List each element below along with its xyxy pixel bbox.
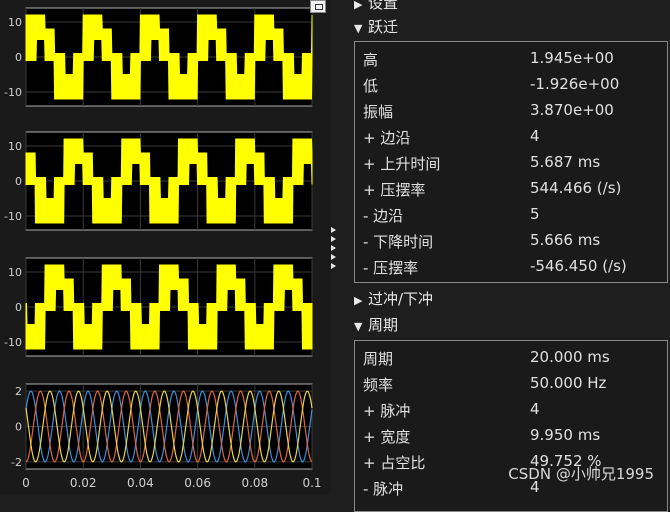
cycles-table: 周期 20.000 ms 频率 50.000 Hz + 脉冲 4 + 宽度 9.950 ms +… (354, 340, 668, 512)
measurement-label: + 宽度 (363, 428, 411, 446)
measurement-label: 频率 (363, 376, 394, 394)
y-tick-label: -2 (11, 456, 22, 469)
scope-plot-area: 10 0 -10 10 0 -10 10 0 -10 2 0 -2 0 0.02 0.04 0.06 0.08 0… (0, 0, 330, 494)
y-tick-label: 0 (15, 421, 22, 434)
measurement-row[interactable]: - 压摆率 -546.450 (/s) (355, 254, 667, 280)
x-tick-label: 0 (22, 476, 30, 490)
x-tick-label: 0.04 (127, 476, 154, 490)
measurement-value: -546.450 (/s) (530, 257, 627, 275)
measurement-value: 50.000 Hz (530, 374, 607, 392)
measurement-row[interactable]: - 边沿 5 (355, 202, 667, 228)
expand-arrow-icon[interactable] (331, 227, 336, 233)
measurement-row[interactable]: 高 1.945e+00 (355, 46, 667, 72)
y-tick-label: -10 (4, 336, 22, 349)
measurement-label: + 占空比 (363, 454, 426, 472)
expand-arrow-icon[interactable] (331, 254, 336, 260)
x-tick-label: 0.1 (302, 476, 321, 490)
measurement-label: - 压摆率 (363, 259, 419, 277)
measurement-row[interactable]: + 压摆率 544.466 (/s) (355, 176, 667, 202)
measurement-label: 高 (363, 51, 379, 69)
measurement-value: 4 (530, 127, 540, 145)
y-tick-label: 2 (15, 385, 22, 398)
y-tick-label: 0 (15, 175, 22, 188)
cycles-section-header[interactable]: ▼ 周期 (354, 314, 398, 336)
expand-arrow-icon[interactable] (331, 245, 336, 251)
measurement-label: + 上升时间 (363, 155, 441, 173)
measurement-value: 544.466 (/s) (530, 179, 622, 197)
y-tick-label: 10 (8, 16, 22, 29)
measurement-row[interactable]: + 边沿 4 (355, 124, 667, 150)
measurement-row[interactable]: + 脉冲 4 (355, 397, 667, 423)
measurement-value: -1.926e+00 (530, 75, 620, 93)
overshoot-section-header[interactable]: ▶ 过冲/下冲 (354, 288, 433, 310)
measurement-row[interactable]: 低 -1.926e+00 (355, 72, 667, 98)
measurement-value: 20.000 ms (530, 348, 610, 366)
measurement-label: - 脉冲 (363, 480, 404, 498)
x-tick-label: 0.08 (241, 476, 268, 490)
measurement-label: 周期 (363, 350, 394, 368)
measurement-row[interactable]: + 宽度 9.950 ms (355, 423, 667, 449)
y-tick-label: -10 (4, 210, 22, 223)
measurement-value: 9.950 ms (530, 426, 601, 444)
measurement-value: 4 (530, 400, 540, 418)
measurements-panel: ▶ 设置 ▼ 跃迁 高 1.945e+00 低 -1.926e+00 振幅 3.870e+00… (350, 0, 670, 512)
measurement-label: + 脉冲 (363, 402, 411, 420)
measurement-label: 振幅 (363, 103, 394, 121)
settings-section-header[interactable]: ▶ 设置 (354, 0, 398, 14)
measurement-value: 5.666 ms (530, 231, 601, 249)
expanded-triangle-icon: ▼ (354, 320, 363, 333)
measurement-value: 5.687 ms (530, 153, 601, 171)
measurement-value: 3.870e+00 (530, 101, 614, 119)
measurement-row[interactable]: 周期 20.000 ms (355, 345, 667, 371)
x-tick-label: 0.06 (184, 476, 211, 490)
measurement-row[interactable]: - 下降时间 5.666 ms (355, 228, 667, 254)
expand-arrow-icon[interactable] (331, 236, 336, 242)
restore-button[interactable] (310, 0, 326, 13)
y-tick-label: 10 (8, 140, 22, 153)
measurement-label: 低 (363, 77, 379, 95)
measurement-label: + 压摆率 (363, 181, 426, 199)
measurement-label: + 边沿 (363, 129, 411, 147)
y-tick-label: -10 (4, 86, 22, 99)
measurement-row[interactable]: + 上升时间 5.687 ms (355, 150, 667, 176)
y-tick-label: 10 (8, 266, 22, 279)
watermark: CSDN @小帅兄1995 (508, 465, 654, 483)
scope-plots: 100-10100-10100-1020-20 0.02 0.04 0.06 0.08 0… (4, 7, 322, 490)
x-tick-label: 0.02 (70, 476, 97, 490)
transitions-section-header[interactable]: ▼ 跃迁 (354, 16, 398, 38)
y-tick-label: 0 (15, 301, 22, 314)
expanded-triangle-icon: ▼ (354, 22, 363, 35)
y-tick-label: 0 (15, 51, 22, 64)
collapsed-triangle-icon: ▶ (354, 0, 363, 11)
measurement-row[interactable]: 频率 50.000 Hz (355, 371, 667, 397)
measurement-value: 5 (530, 205, 540, 223)
transitions-table: 高 1.945e+00 低 -1.926e+00 振幅 3.870e+00 + 边沿 4 + 上… (354, 41, 668, 283)
collapsed-triangle-icon: ▶ (354, 294, 363, 307)
measurement-value: 1.945e+00 (530, 49, 614, 67)
measurement-label: - 下降时间 (363, 233, 434, 251)
measurement-label: - 边沿 (363, 207, 404, 225)
measurement-row[interactable]: 振幅 3.870e+00 (355, 98, 667, 124)
expand-arrow-icon[interactable] (331, 263, 336, 269)
